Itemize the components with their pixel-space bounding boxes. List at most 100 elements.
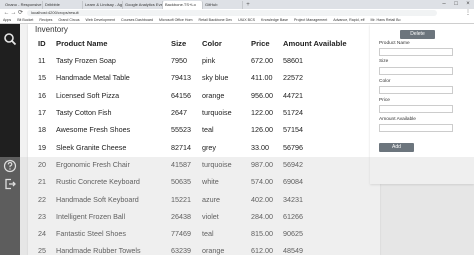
amount-available-input[interactable] — [379, 124, 453, 132]
cell-color: violet — [202, 211, 219, 221]
cell-product-name: Intelligent Frozen Ball — [56, 211, 126, 221]
cell-amount-available: 61266 — [283, 211, 303, 221]
cell-amount-available: 44721 — [283, 90, 303, 100]
cell-color: grey — [202, 142, 216, 152]
bookmark-item[interactable]: Bit Bucket — [17, 18, 33, 22]
table-row[interactable]: 24 Fantastic Steel Shoes 77469 teal 815.00 90… — [33, 225, 348, 242]
bookmark-item[interactable]: Project Management — [294, 18, 327, 22]
bookmark-item[interactable]: Knowledge Base — [261, 18, 288, 22]
cell-color: azure — [202, 194, 220, 204]
cell-amount-available: 22572 — [283, 73, 303, 83]
maximize-icon[interactable]: □ — [450, 0, 462, 9]
cell-amount-available: 48549 — [283, 246, 303, 255]
cell-size: 50635 — [171, 177, 191, 187]
reload-icon[interactable]: ⟳ — [17, 9, 24, 17]
table-row[interactable]: 17 Tasty Cotton Fish 2647 turquoise 122.00 51… — [33, 104, 348, 121]
price-input[interactable] — [379, 105, 453, 113]
cell-id: 24 — [38, 229, 46, 239]
bookmark-item[interactable]: Microsoft Office Hom — [159, 18, 192, 22]
browser-tab[interactable]: Onano - Responsive Ad — [3, 1, 43, 9]
cell-color: orange — [202, 90, 225, 100]
bookmark-item[interactable]: Web Development — [86, 18, 116, 22]
browser-tab[interactable]: Google Analytics Events — [123, 1, 163, 9]
cell-amount-available: 90625 — [283, 229, 303, 239]
cell-size: 77469 — [171, 229, 191, 239]
bookmark-item[interactable]: Recipes — [39, 18, 52, 22]
back-icon[interactable]: ← — [3, 9, 10, 17]
column-header-product-name[interactable]: Product Name — [51, 35, 166, 52]
table-row[interactable]: 20 Ergonomic Fresh Chair 41587 turquoise 987… — [33, 156, 348, 173]
cell-id: 23 — [38, 211, 46, 221]
column-header-size[interactable]: Size — [166, 35, 197, 52]
cell-size: 15221 — [171, 194, 191, 204]
table-row[interactable]: 22 Handmade Soft Keyboard 15221 azure 402.00… — [33, 190, 348, 207]
cell-price: 987.00 — [251, 159, 273, 169]
browser-menu-icon[interactable]: ⋮ — [465, 9, 471, 17]
cell-product-name: Ergonomic Fresh Chair — [56, 159, 130, 169]
url-input[interactable]: localhost:4200/crops/result — [27, 10, 437, 16]
table-row[interactable]: 21 Rustic Concrete Keyboard 50635 white 574.… — [33, 173, 348, 190]
new-tab-button[interactable]: + — [243, 1, 253, 9]
column-header-price[interactable]: Price — [246, 35, 278, 52]
help-icon[interactable] — [3, 159, 17, 173]
cell-color: sky blue — [202, 73, 229, 83]
search-icon[interactable] — [3, 32, 17, 46]
cell-price: 126.00 — [251, 125, 273, 135]
color-input[interactable] — [379, 86, 453, 94]
amount-available-label: Amount Available — [379, 117, 416, 122]
cell-size: 64156 — [171, 90, 191, 100]
table-row[interactable]: 19 Sleek Granite Cheese 82714 grey 33.00 5679… — [33, 138, 348, 155]
cell-product-name: Handmade Metal Table — [56, 73, 130, 83]
column-header-color[interactable]: Color — [197, 35, 246, 52]
cell-color: pink — [202, 56, 216, 66]
color-label: Color — [379, 79, 391, 84]
bookmark-item[interactable]: Apps — [3, 18, 11, 22]
cell-price: 956.00 — [251, 90, 273, 100]
column-header-amount-available[interactable]: Amount Available — [278, 35, 348, 52]
product-name-input[interactable] — [379, 48, 453, 56]
bookmark-item[interactable]: Grand Circus — [58, 18, 79, 22]
page-title: Inventory — [35, 25, 68, 34]
add-button[interactable]: Add — [379, 143, 414, 152]
delete-button[interactable]: Delete — [400, 30, 435, 39]
sidebar — [0, 24, 20, 255]
close-window-icon[interactable]: × — [462, 0, 474, 9]
table-row[interactable]: 23 Intelligent Frozen Ball 26438 violet 284.… — [33, 208, 348, 225]
cell-amount-available: 56796 — [283, 142, 303, 152]
browser-tab-active[interactable]: Backbone.TS+Lo — [163, 1, 203, 9]
browser-tab[interactable]: Learn & Lindsay - Agile — [83, 1, 123, 9]
cell-id: 17 — [38, 108, 46, 118]
cell-size: 2647 — [171, 108, 187, 118]
bookmark-item[interactable]: Courses Dashboard — [121, 18, 153, 22]
cell-id: 21 — [38, 177, 46, 187]
cell-product-name: Awesome Fresh Shoes — [56, 125, 131, 135]
table-row[interactable]: 18 Awesome Fresh Shoes 55523 teal 126.00 5715… — [33, 121, 348, 138]
column-header-id[interactable]: ID — [33, 35, 51, 52]
logout-icon[interactable] — [3, 177, 17, 191]
bookmark-item[interactable]: Advance, Rapid, eff — [333, 18, 364, 22]
cell-size: 7950 — [171, 56, 187, 66]
inventory-table: ID Product Name Size Color Price Amount … — [33, 35, 348, 255]
cell-product-name: Handmade Soft Keyboard — [56, 194, 139, 204]
product-name-label: Product Name — [379, 41, 410, 46]
table-row[interactable]: 15 Handmade Metal Table 79413 sky blue 411.0… — [33, 69, 348, 86]
browser-tab[interactable]: GitHub — [203, 1, 243, 9]
cell-amount-available: 69084 — [283, 177, 303, 187]
cell-id: 25 — [38, 246, 46, 255]
size-label: Size — [379, 59, 389, 64]
cell-price: 574.00 — [251, 177, 273, 187]
cell-amount-available: 34231 — [283, 194, 303, 204]
minimize-icon[interactable]: – — [438, 0, 450, 9]
table-row[interactable]: 11 Tasty Frozen Soap 7950 pink 672.00 58601 — [33, 52, 348, 69]
size-input[interactable] — [379, 67, 453, 75]
cell-id: 20 — [38, 159, 46, 169]
browser-tab[interactable]: Dribbble — [43, 1, 83, 9]
table-row[interactable]: 25 Handmade Rubber Towels 63239 orange 612.0… — [33, 242, 348, 255]
bookmark-item[interactable]: Mr. Hans Retail Bo — [371, 18, 401, 22]
product-form: Delete Product Name Size Color Price Amo… — [370, 24, 474, 184]
bookmark-item[interactable]: Retail Backbone Dev — [199, 18, 233, 22]
bookmark-item[interactable]: UIUX BCS — [238, 18, 255, 22]
forward-icon[interactable]: → — [10, 9, 17, 17]
table-row[interactable]: 16 Licensed Soft Pizza 64156 orange 956.00 44… — [33, 87, 348, 104]
cell-id: 18 — [38, 125, 46, 135]
